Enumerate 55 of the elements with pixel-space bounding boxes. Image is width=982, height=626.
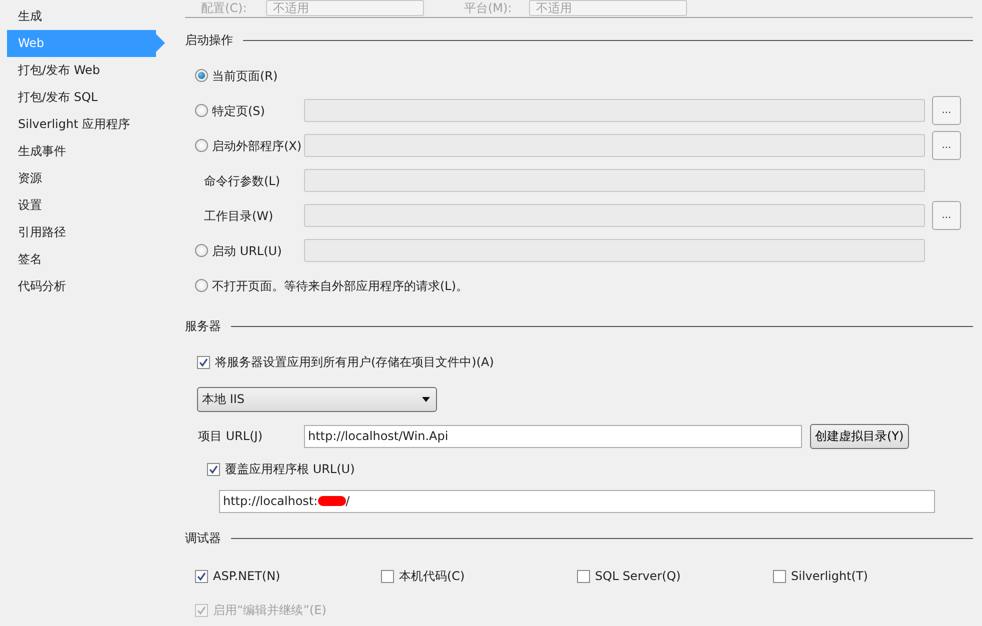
url-field[interactable]: http://localhost/Win.Api bbox=[304, 424, 802, 448]
sidebar-item[interactable]: 打包/发布 SQL bbox=[0, 84, 165, 111]
server-dropdown[interactable]: 本地 IIS bbox=[197, 386, 437, 412]
radio-button[interactable] bbox=[195, 139, 208, 152]
radio-button[interactable] bbox=[195, 69, 208, 82]
input-field[interactable] bbox=[304, 204, 925, 227]
checkbox-label: Silverlight(T) bbox=[791, 568, 868, 585]
option-label: 启动 URL(U) bbox=[212, 242, 282, 260]
field-label: 工作目录(W) bbox=[203, 208, 274, 224]
checkbox[interactable] bbox=[773, 570, 786, 582]
checkbox-label: 本机代码(C) bbox=[399, 568, 465, 585]
checkbox-label: SQL Server(Q) bbox=[595, 568, 681, 585]
checkbox[interactable] bbox=[197, 356, 210, 368]
checkbox-label: 覆盖应用程序根 URL(U) bbox=[225, 461, 355, 478]
browse-button[interactable]: ... bbox=[932, 131, 961, 160]
section-title: 服务器 bbox=[185, 318, 221, 335]
field-label: 配置(C): bbox=[201, 0, 248, 16]
checkbox[interactable] bbox=[577, 570, 590, 582]
checkbox-label: 将服务器设置应用到所有用户(存储在项目文件中)(A) bbox=[215, 354, 494, 371]
option-label: 不打开页面。等待来自外部应用程序的请求(L)。 bbox=[212, 278, 468, 294]
sidebar-item[interactable]: 生成 bbox=[0, 3, 165, 30]
field-label: 命令行参数(L) bbox=[203, 172, 282, 190]
sidebar-item[interactable]: 签名 bbox=[0, 246, 165, 273]
sidebar-item[interactable]: 生成事件 bbox=[0, 138, 165, 165]
sidebar-item[interactable]: 代码分析 bbox=[0, 273, 165, 300]
sidebar-item[interactable]: 引用路径 bbox=[0, 219, 165, 246]
checkbox[interactable] bbox=[207, 462, 220, 476]
input-field[interactable] bbox=[304, 134, 925, 157]
checkbox[interactable] bbox=[381, 570, 394, 582]
input-field[interactable] bbox=[304, 239, 925, 262]
radio-button[interactable] bbox=[195, 244, 208, 257]
checkbox-label: 启用“编辑并继续”(E) bbox=[213, 602, 326, 619]
radio-button[interactable] bbox=[195, 104, 208, 117]
option-label: 启动外部程序(X) bbox=[212, 138, 302, 154]
checkbox[interactable] bbox=[195, 570, 208, 582]
input-field[interactable] bbox=[304, 99, 925, 122]
input-field[interactable] bbox=[304, 169, 925, 192]
radio-button[interactable] bbox=[195, 279, 208, 292]
create-directory-button[interactable]: 创建虚拟目录(Y) bbox=[810, 424, 909, 448]
browse-button[interactable]: ... bbox=[932, 201, 961, 230]
dropdown-value: 本地 IIS bbox=[202, 391, 245, 408]
section-title: 调试器 bbox=[185, 530, 221, 547]
url-field[interactable]: http://localhost: / bbox=[219, 490, 935, 512]
option-label: 特定页(S) bbox=[212, 102, 265, 120]
section-title: 启动操作 bbox=[185, 32, 233, 49]
sidebar-item[interactable]: 打包/发布 Web bbox=[0, 57, 165, 84]
sidebar-item[interactable]: 资源 bbox=[0, 165, 165, 192]
option-label: 当前页面(R) bbox=[212, 68, 278, 84]
field-label: 项目 URL(J) bbox=[197, 428, 264, 445]
checkbox-label: ASP.NET(N) bbox=[213, 568, 280, 585]
browse-button[interactable]: ... bbox=[932, 96, 961, 125]
caret-icon bbox=[422, 396, 430, 402]
sidebar-item[interactable]: Silverlight 应用程序 bbox=[0, 111, 165, 138]
sidebar-item[interactable]: 设置 bbox=[0, 192, 165, 219]
field-label: 平台(M): bbox=[464, 0, 513, 16]
